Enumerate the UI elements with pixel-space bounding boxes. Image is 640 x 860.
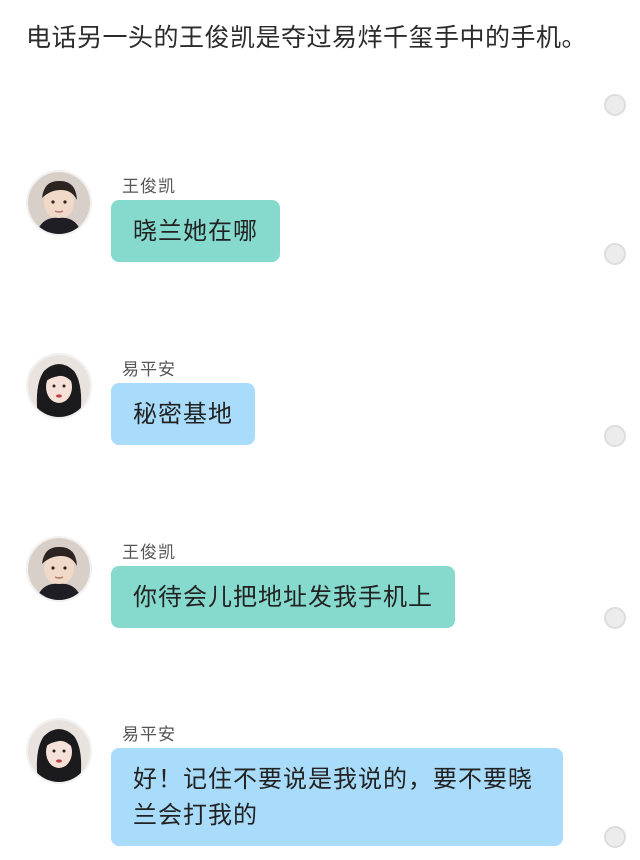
sender-name: 王俊凯 <box>122 543 176 563</box>
male-avatar-icon[interactable] <box>26 536 92 602</box>
comment-dot-icon[interactable] <box>604 607 626 629</box>
female-avatar-icon[interactable] <box>26 353 92 419</box>
narration-text: 电话另一头的王俊凯是夺过易烊千玺手中的手机。 <box>26 23 588 52</box>
message-bubble[interactable]: 秘密基地 <box>111 383 255 445</box>
message-bubble[interactable]: 晓兰她在哪 <box>111 200 280 262</box>
chat-message: 王俊凯 你待会儿把地址发我手机上 <box>26 536 606 636</box>
comment-dot-icon[interactable] <box>604 425 626 447</box>
comment-dot-icon[interactable] <box>604 94 626 116</box>
sender-name: 易平安 <box>122 725 176 745</box>
chat-message: 王俊凯 晓兰她在哪 <box>26 170 606 270</box>
message-bubble[interactable]: 好！记住不要说是我说的，要不要晓兰会打我的 <box>111 748 563 846</box>
male-avatar-icon[interactable] <box>26 170 92 236</box>
comment-dot-icon[interactable] <box>604 243 626 265</box>
chat-message: 易平安 好！记住不要说是我说的，要不要晓兰会打我的 <box>26 718 606 858</box>
chat-message: 易平安 秘密基地 <box>26 353 606 453</box>
message-bubble[interactable]: 你待会儿把地址发我手机上 <box>111 566 455 628</box>
sender-name: 易平安 <box>122 360 176 380</box>
comment-dot-icon[interactable] <box>604 826 626 848</box>
sender-name: 王俊凯 <box>122 177 176 197</box>
female-avatar-icon[interactable] <box>26 718 92 784</box>
